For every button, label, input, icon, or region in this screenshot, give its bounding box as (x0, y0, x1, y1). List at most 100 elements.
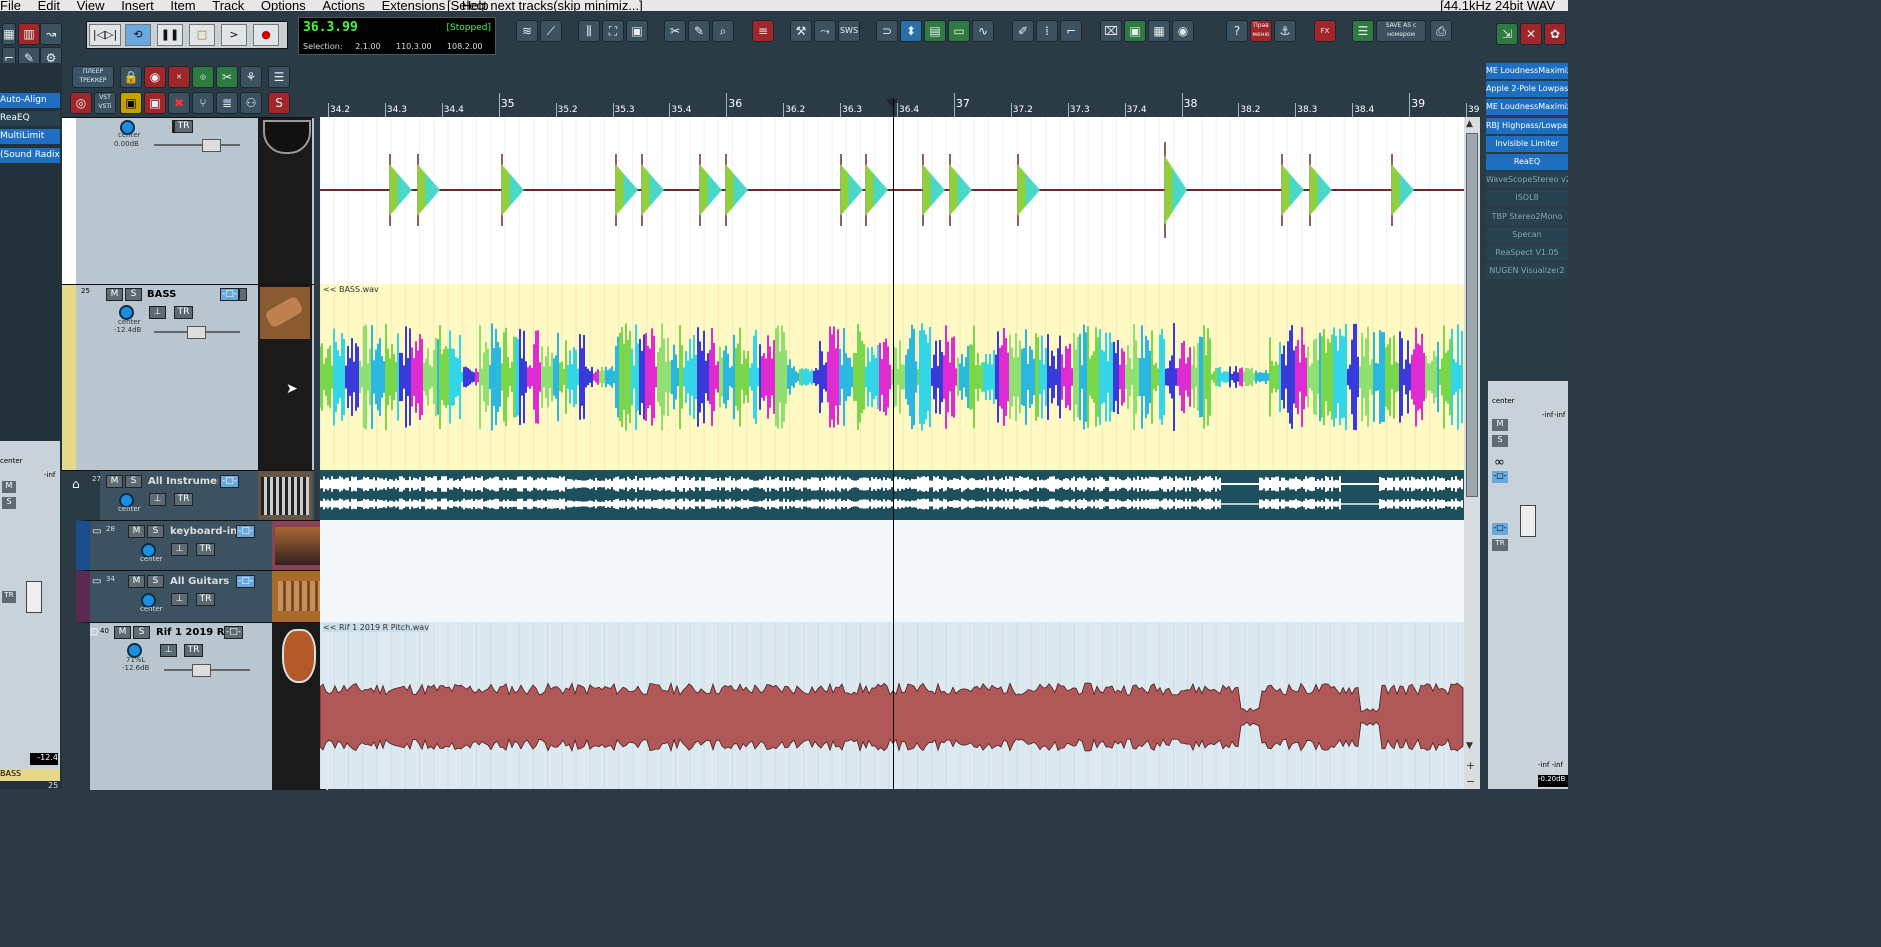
track-header-bass[interactable]: 25 M S BASS -□- center -12.4dB ⊥ TR ➤ (62, 284, 314, 471)
bass-item[interactable]: << BASS.wav (319, 284, 1464, 470)
empty-lane[interactable] (320, 570, 1464, 623)
io-button[interactable]: -□- (224, 626, 243, 639)
pause-button[interactable]: ❚❚ (157, 24, 183, 46)
cut-icon[interactable]: ✂ (216, 66, 238, 88)
record-button[interactable]: ● (253, 24, 279, 46)
fx-slot[interactable]: ReaSpect V1.05 (1486, 245, 1568, 261)
zoom-fit-icon[interactable]: ⛶ (602, 20, 624, 42)
disk-icon[interactable]: ◉ (1172, 20, 1194, 42)
tr-button[interactable]: TR (2, 591, 16, 603)
folder-icon[interactable]: ▭ (92, 576, 101, 587)
menu-actions[interactable]: Actions (322, 0, 365, 11)
stop-button[interactable]: □ (189, 24, 215, 46)
grid-icon[interactable]: ▣ (626, 20, 648, 42)
phase-button[interactable]: ⊥ (171, 543, 188, 556)
loop-icon[interactable]: ⊃ (876, 20, 898, 42)
phase-button[interactable]: ⊥ (149, 493, 166, 506)
vertical-scrollbar[interactable]: ▲ ▼ + − (1464, 117, 1480, 789)
menu-insert[interactable]: Insert (121, 0, 154, 11)
playhead-marker-icon[interactable] (886, 99, 898, 107)
record-icon[interactable]: ◎ (70, 92, 92, 114)
menu-track[interactable]: Track (212, 0, 244, 11)
lock-icon[interactable]: 🔒 (120, 66, 142, 88)
volume-fader[interactable] (192, 664, 211, 677)
eraser-icon[interactable]: ⌧ (1100, 20, 1122, 42)
fx-slot[interactable]: WaveScopeStereo v2 (1486, 172, 1568, 189)
track-header-rif[interactable]: ⊡ 40 M S Rif 1 2019 R P -□- 71%L -12.6dB… (76, 622, 328, 790)
scroll-up-icon[interactable]: ▲ (1466, 119, 1476, 131)
track-icon[interactable]: ⊡ (90, 627, 98, 638)
tr-button[interactable]: TR (174, 306, 193, 319)
solo-button[interactable]: S (133, 626, 150, 639)
track-name[interactable]: BASS (147, 289, 176, 300)
table-icon[interactable]: ▦ (1148, 20, 1170, 42)
solo-button[interactable]: S (1492, 435, 1508, 447)
track-lane[interactable] (319, 117, 1464, 285)
fx-slot[interactable]: ISOL8 (1486, 190, 1568, 207)
remove-icon[interactable]: ✖ (168, 92, 190, 114)
folder-icon[interactable]: ▣ (1124, 20, 1146, 42)
delete-icon[interactable]: ≡ (752, 20, 774, 42)
close-icon[interactable]: ✕ (1520, 23, 1542, 45)
envelope-icon[interactable]: ⟋ (540, 20, 562, 42)
tr-button[interactable]: TR (196, 593, 215, 606)
stop-icon[interactable]: ▣ (144, 92, 166, 114)
zoom-out-icon[interactable]: − (1466, 775, 1476, 788)
io-button[interactable]: -□- (236, 525, 255, 538)
player-tracker-button[interactable]: ПЛЕЕР ТРЕККЕР (72, 66, 114, 88)
mute-button[interactable]: M (128, 525, 145, 538)
monitor-icon[interactable]: ▭ (948, 20, 970, 42)
tr-button[interactable]: TR (174, 120, 193, 133)
fx-icon[interactable]: FX (1314, 20, 1336, 42)
fx-slot[interactable]: Apple 2-Pole Lowpass Filter (1486, 81, 1568, 98)
branch-icon[interactable]: ⑂ (192, 92, 214, 114)
mute-button[interactable]: M (128, 575, 145, 588)
track-header-keyboard[interactable]: ▭ 28 M S keyboard-inst -□- center ⊥ TR (76, 520, 328, 571)
io-button-2[interactable]: -□- (1492, 523, 1508, 535)
phase-button[interactable]: ⊥ (160, 644, 177, 657)
bars-icon[interactable]: ≣ (216, 92, 238, 114)
empty-lane[interactable] (320, 520, 1464, 571)
snap-icon[interactable]: ≋ (516, 20, 538, 42)
track-name[interactable]: All Guitars (170, 576, 240, 587)
grid-icon[interactable]: ▦ (2, 23, 16, 45)
fx-slot[interactable]: ReaEQ (0, 111, 60, 126)
export-icon[interactable]: ⇲ (1496, 23, 1518, 45)
fx-slot[interactable]: (Sound Radix) (0, 148, 60, 163)
tr-button[interactable]: TR (184, 644, 203, 657)
folder-open-icon[interactable]: ⌂ (72, 477, 80, 491)
track-header[interactable]: -□- ⧠ TR center 0.00dB (62, 117, 314, 285)
magnifier-icon[interactable]: ⌕ (712, 20, 734, 42)
repeat-button[interactable]: ⟲ (125, 24, 151, 46)
track-name[interactable]: All Instrument: (148, 476, 218, 487)
track-name[interactable]: keyboard-inst (170, 526, 240, 537)
io-button[interactable]: -□- (220, 475, 239, 488)
play-button[interactable]: > (221, 24, 247, 46)
folder-icon[interactable]: ▭ (92, 526, 101, 537)
lock-icon[interactable]: ▤ (924, 20, 946, 42)
volume-fader[interactable] (202, 139, 221, 152)
menu-options[interactable]: Options (261, 0, 306, 11)
track-header-guitars[interactable]: ▭ 34 M S All Guitars -□- center ⊥ TR (76, 570, 328, 623)
s-icon[interactable]: S (268, 92, 290, 114)
go-start-button[interactable]: |◁▷| (89, 24, 121, 46)
wrench-icon[interactable]: ⚒ (790, 20, 812, 42)
fx-slot[interactable]: TBP Stereo2Mono (1486, 208, 1568, 225)
zoom-in-icon[interactable]: + (1466, 759, 1476, 772)
timeline-ruler[interactable]: 34.2 34.3 34.4 35 35.2 35.3 35.4 36 36.2 36.3 36.4… (318, 63, 1488, 117)
fx-slot[interactable]: Auto-Align (0, 93, 60, 108)
mute-button[interactable]: M (2, 481, 16, 493)
pencil-icon[interactable]: ✎ (688, 20, 710, 42)
menu-edit[interactable]: Edit (38, 0, 60, 11)
menu-view[interactable]: View (77, 0, 105, 11)
fx-slot[interactable]: ME LoudnessMaximizer (1486, 99, 1568, 116)
anchor-icon[interactable]: ⚓ (1274, 20, 1296, 42)
routing-icon[interactable]: ⚘ (240, 66, 262, 88)
node-icon[interactable]: ⚇ (240, 92, 262, 114)
solo-button[interactable]: S (2, 497, 16, 509)
fx-slot[interactable]: ReaEQ (1486, 154, 1568, 170)
tr-button[interactable]: TR (174, 493, 193, 506)
spectrum-icon[interactable]: ∿ (972, 20, 994, 42)
fx-bypass-icon[interactable]: ✕ (168, 66, 190, 88)
solo-button[interactable]: S (125, 475, 142, 488)
